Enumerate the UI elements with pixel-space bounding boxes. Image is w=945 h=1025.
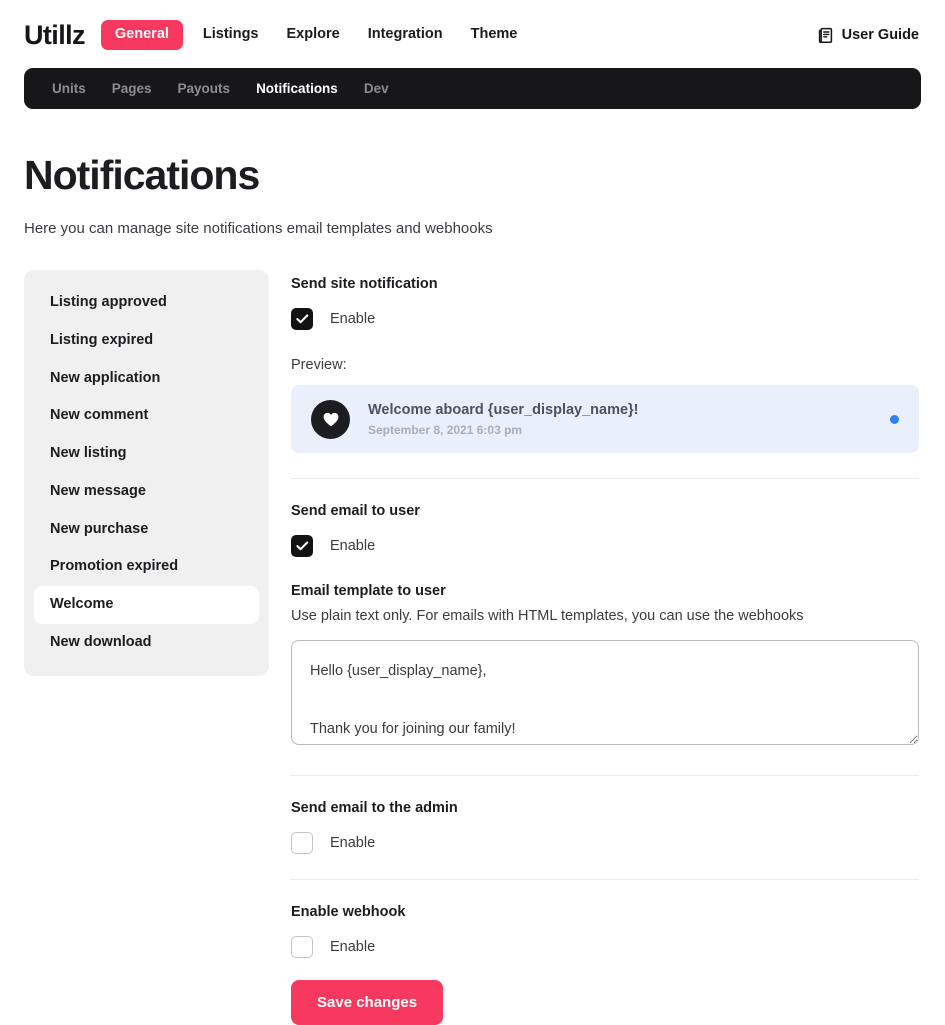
page-title: Notifications (24, 152, 260, 198)
email-to-user-enable-label: Enable (330, 538, 376, 555)
divider-2 (291, 775, 919, 777)
check-icon (295, 541, 308, 551)
sidebar-item-new-purchase[interactable]: New purchase (34, 511, 259, 549)
webhook-row: Enable (291, 936, 919, 959)
book-icon (818, 27, 834, 44)
check-icon (295, 314, 308, 324)
sidebar-item-listing-approved[interactable]: Listing approved (34, 284, 259, 322)
preview-label: Preview: (291, 357, 347, 374)
subnav-item-notifications[interactable]: Notifications (246, 76, 348, 102)
email-to-user-checkbox[interactable] (291, 535, 313, 558)
topnav-item-theme[interactable]: Theme (457, 20, 532, 50)
page-description: Here you can manage site notifications e… (24, 220, 493, 238)
topnav-item-general[interactable]: General (100, 20, 183, 50)
sidebar-item-new-listing[interactable]: New listing (34, 435, 259, 473)
email-to-admin-checkbox[interactable] (291, 832, 313, 855)
topnav-item-integration[interactable]: Integration (354, 20, 457, 50)
top-navigation-bar: Utillz General Listings Explore Integrat… (24, 0, 921, 66)
sidebar-item-new-comment[interactable]: New comment (34, 397, 259, 435)
settings-panel: Send site notification Enable Preview: W… (291, 270, 919, 1025)
webhook-label: Enable webhook (291, 904, 406, 921)
email-to-user-row: Enable (291, 535, 919, 558)
sidebar-item-listing-expired[interactable]: Listing expired (34, 322, 259, 360)
email-to-admin-label: Send email to the admin (291, 800, 458, 817)
preview-timestamp: September 8, 2021 6:03 pm (368, 423, 523, 438)
subnav-item-units[interactable]: Units (42, 76, 96, 102)
site-notification-enable-label: Enable (330, 311, 376, 328)
avatar (311, 399, 350, 439)
content-area: Listing approved Listing expired New app… (24, 270, 921, 1025)
unread-dot-icon (890, 414, 899, 424)
site-notification-checkbox[interactable] (291, 308, 313, 331)
site-notification-label: Send site notification (291, 276, 438, 293)
email-template-help: Use plain text only. For emails with HTM… (291, 608, 804, 625)
page-root: Utillz General Listings Explore Integrat… (0, 0, 945, 1025)
preview-title: Welcome aboard {user_display_name}! (368, 401, 639, 418)
sidebar-item-promotion-expired[interactable]: Promotion expired (34, 548, 259, 586)
email-template-label: Email template to user (291, 583, 446, 600)
preview-text-block: Welcome aboard {user_display_name}! Sept… (368, 401, 878, 438)
notification-preview-card: Welcome aboard {user_display_name}! Sept… (291, 385, 919, 454)
sub-navigation-bar: Units Pages Payouts Notifications Dev (24, 68, 921, 109)
user-guide-link[interactable]: User Guide (818, 27, 921, 44)
notification-type-sidebar: Listing approved Listing expired New app… (24, 270, 269, 676)
subnav-item-payouts[interactable]: Payouts (168, 76, 241, 102)
user-guide-label: User Guide (841, 27, 919, 43)
subnav-item-dev[interactable]: Dev (354, 76, 399, 102)
topnav-item-explore[interactable]: Explore (273, 20, 354, 50)
sidebar-item-welcome[interactable]: Welcome (34, 586, 259, 624)
sidebar-item-new-application[interactable]: New application (34, 360, 259, 398)
webhook-enable-label: Enable (330, 939, 376, 956)
divider-3 (291, 879, 919, 881)
site-notification-row: Enable (291, 308, 919, 331)
subnav-item-pages[interactable]: Pages (102, 76, 162, 102)
email-template-textarea[interactable] (291, 640, 919, 746)
divider-1 (291, 478, 919, 480)
topnav-item-listings[interactable]: Listings (189, 20, 273, 50)
brand-logo[interactable]: Utillz (24, 21, 86, 49)
email-to-user-label: Send email to user (291, 503, 420, 520)
email-to-admin-enable-label: Enable (330, 835, 376, 852)
sidebar-item-new-download[interactable]: New download (34, 624, 259, 662)
heart-icon (322, 411, 340, 428)
email-to-admin-row: Enable (291, 832, 919, 855)
save-changes-button[interactable]: Save changes (291, 980, 444, 1025)
sidebar-item-new-message[interactable]: New message (34, 473, 259, 511)
webhook-checkbox[interactable] (291, 936, 313, 959)
